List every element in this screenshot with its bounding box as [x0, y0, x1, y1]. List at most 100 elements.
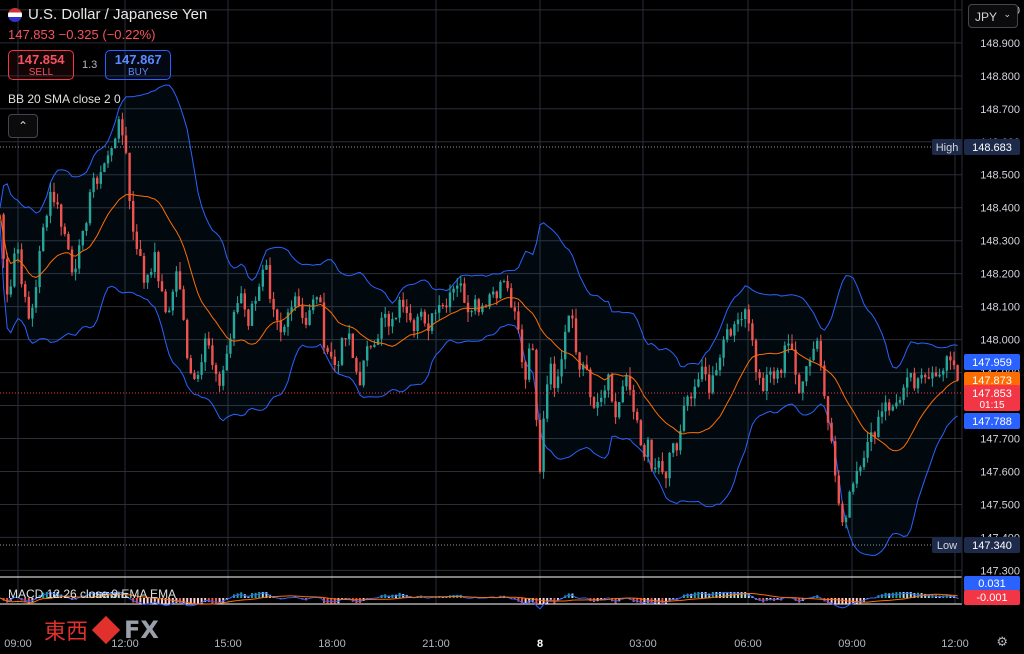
- candle-body: [380, 317, 383, 339]
- y-tick-label: 148.800: [980, 71, 1020, 83]
- candle-body: [744, 309, 747, 320]
- symbol-title[interactable]: U.S. Dollar / Japanese Yen: [28, 6, 207, 23]
- candle-body: [574, 318, 578, 353]
- collapse-indicators-button[interactable]: ⌃: [8, 114, 38, 138]
- candle-body: [945, 356, 948, 371]
- candle-body: [106, 155, 110, 164]
- candle-body: [132, 201, 135, 232]
- candle-body: [355, 357, 358, 372]
- candle-body: [124, 135, 128, 153]
- candle-body: [153, 252, 156, 273]
- candle-body: [279, 320, 282, 333]
- candle-body: [938, 374, 941, 377]
- candle-body: [654, 467, 657, 470]
- candle-body: [322, 302, 326, 348]
- candle-body: [603, 390, 606, 398]
- candle-body: [207, 338, 210, 346]
- candle-body: [600, 397, 603, 402]
- candle-body: [326, 347, 329, 352]
- macd-indicator-label[interactable]: MACD 12 26 close 9 EMA EMA: [8, 587, 176, 601]
- candle-body: [236, 303, 239, 313]
- candle-body: [952, 360, 956, 366]
- candle-body: [13, 253, 16, 287]
- candle-body: [722, 339, 725, 358]
- chevron-down-icon: ⌄: [1003, 9, 1011, 19]
- candle-body: [31, 307, 34, 319]
- candle-body: [358, 371, 362, 386]
- last-price-change: 147.853 −0.325 (−0.22%): [8, 27, 207, 42]
- candle-body: [812, 348, 815, 361]
- candle-body: [477, 299, 480, 313]
- candle-body: [128, 152, 131, 202]
- candle-body: [823, 365, 826, 397]
- candle-body: [672, 443, 675, 453]
- macd-histogram-bar: [891, 592, 894, 598]
- countdown-label: 01:15: [979, 400, 1004, 411]
- candle-body: [636, 411, 639, 421]
- candle-body: [726, 329, 729, 340]
- candle-body: [391, 319, 394, 327]
- y-tick-label: 147.300: [980, 565, 1020, 577]
- candle-body: [538, 420, 542, 472]
- candle-body: [783, 345, 786, 374]
- sell-price: 147.854: [17, 52, 65, 67]
- macd-histogram-bar: [326, 598, 329, 604]
- candle-body: [686, 396, 689, 406]
- candle-body: [175, 271, 178, 292]
- candle-body: [517, 311, 520, 330]
- candle-body: [520, 329, 524, 363]
- settings-gear-icon[interactable]: ⚙: [996, 634, 1008, 650]
- candle-body: [528, 348, 531, 380]
- candle-body: [535, 349, 538, 421]
- candle-body: [247, 309, 250, 326]
- buy-button[interactable]: 147.867 BUY: [105, 50, 172, 80]
- candle-body: [103, 163, 106, 173]
- candle-body: [297, 296, 300, 306]
- candle-body: [819, 340, 822, 366]
- candle-body: [204, 338, 207, 363]
- candle-body: [798, 374, 801, 393]
- sell-button[interactable]: 147.854 SELL: [8, 50, 74, 80]
- candle-body: [394, 317, 398, 320]
- candle-body: [682, 405, 686, 431]
- macd-histogram-bar: [902, 592, 905, 598]
- bollinger-indicator-label[interactable]: BB 20 SMA close 2 0: [8, 92, 121, 106]
- macd-tag-value: 0.031: [978, 578, 1006, 590]
- candle-body: [214, 365, 218, 374]
- candle-body: [135, 231, 138, 250]
- candle-body: [618, 402, 621, 418]
- macd-histogram-bar: [834, 598, 837, 604]
- candle-body: [884, 402, 887, 412]
- candle-body: [841, 503, 844, 523]
- x-tick-label: 15:00: [214, 638, 242, 650]
- candle-body: [340, 338, 344, 365]
- candle-body: [934, 372, 938, 377]
- candle-body: [250, 303, 254, 326]
- candle-body: [423, 311, 426, 324]
- macd-histogram-bar: [740, 592, 743, 598]
- candle-body: [556, 376, 560, 389]
- candle-body: [852, 483, 855, 492]
- candle-body: [171, 291, 174, 311]
- candle-body: [668, 452, 671, 479]
- candle-body: [747, 309, 750, 324]
- candle-body: [312, 299, 315, 311]
- candle-body: [661, 461, 664, 473]
- x-tick-label: 03:00: [629, 638, 657, 650]
- candle-body: [67, 233, 70, 250]
- candle-body: [625, 376, 628, 387]
- currency-select[interactable]: JPY ⌄: [968, 4, 1018, 28]
- candle-body: [319, 297, 322, 303]
- x-tick-label: 12:00: [941, 638, 969, 650]
- price-chart[interactable]: 149.000148.900148.800148.700148.600148.5…: [0, 0, 1024, 654]
- price-tag-value: 147.959: [972, 357, 1012, 369]
- macd-histogram-bar: [895, 592, 898, 598]
- candle-body: [844, 517, 848, 523]
- candle-body: [740, 319, 743, 321]
- candle-body: [168, 310, 171, 313]
- candle-body: [276, 309, 279, 321]
- y-tick-label: 148.100: [980, 302, 1020, 314]
- candle-body: [16, 249, 20, 254]
- macd-histogram-bar: [539, 598, 541, 604]
- candle-body: [697, 379, 700, 387]
